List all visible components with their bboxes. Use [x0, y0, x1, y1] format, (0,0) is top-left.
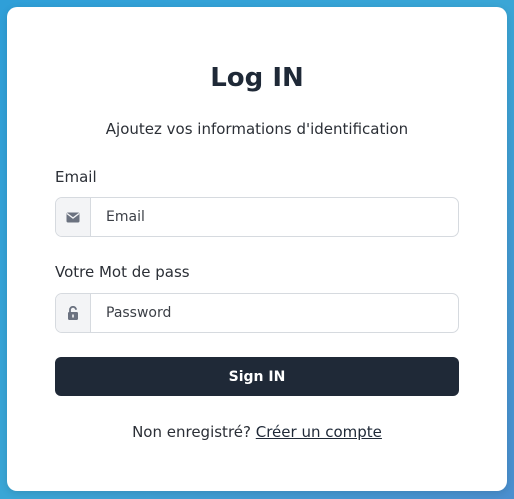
page-subtitle: Ajoutez vos informations d'identificatio… [105, 120, 409, 138]
password-label: Votre Mot de pass [55, 263, 190, 281]
password-input[interactable] [91, 294, 458, 332]
create-account-link[interactable]: Créer un compte [256, 423, 382, 441]
email-label: Email [55, 168, 97, 186]
register-text: Non enregistré? [132, 423, 251, 441]
login-card: Log IN Ajoutez vos informations d'identi… [7, 7, 507, 491]
register-prompt: Non enregistré? Créer un compte [7, 423, 507, 441]
page-title: Log IN [210, 63, 304, 93]
email-field-group [55, 197, 459, 237]
email-input[interactable] [91, 198, 458, 236]
envelope-icon [56, 198, 91, 236]
unlock-icon [56, 294, 91, 332]
sign-in-button[interactable]: Sign IN [55, 357, 459, 396]
password-field-group [55, 293, 459, 333]
